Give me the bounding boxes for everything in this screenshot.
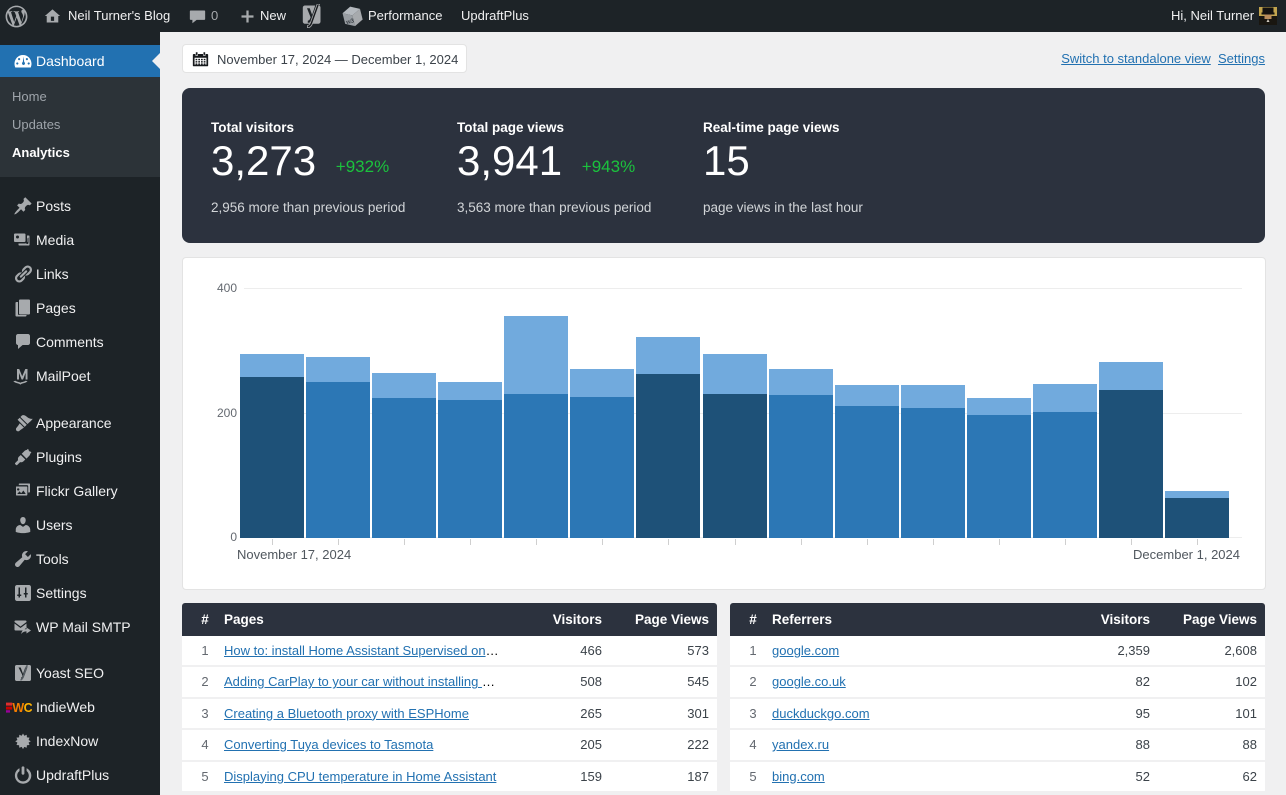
svg-text:W: W (12, 701, 24, 715)
svg-text:C: C (24, 701, 32, 715)
